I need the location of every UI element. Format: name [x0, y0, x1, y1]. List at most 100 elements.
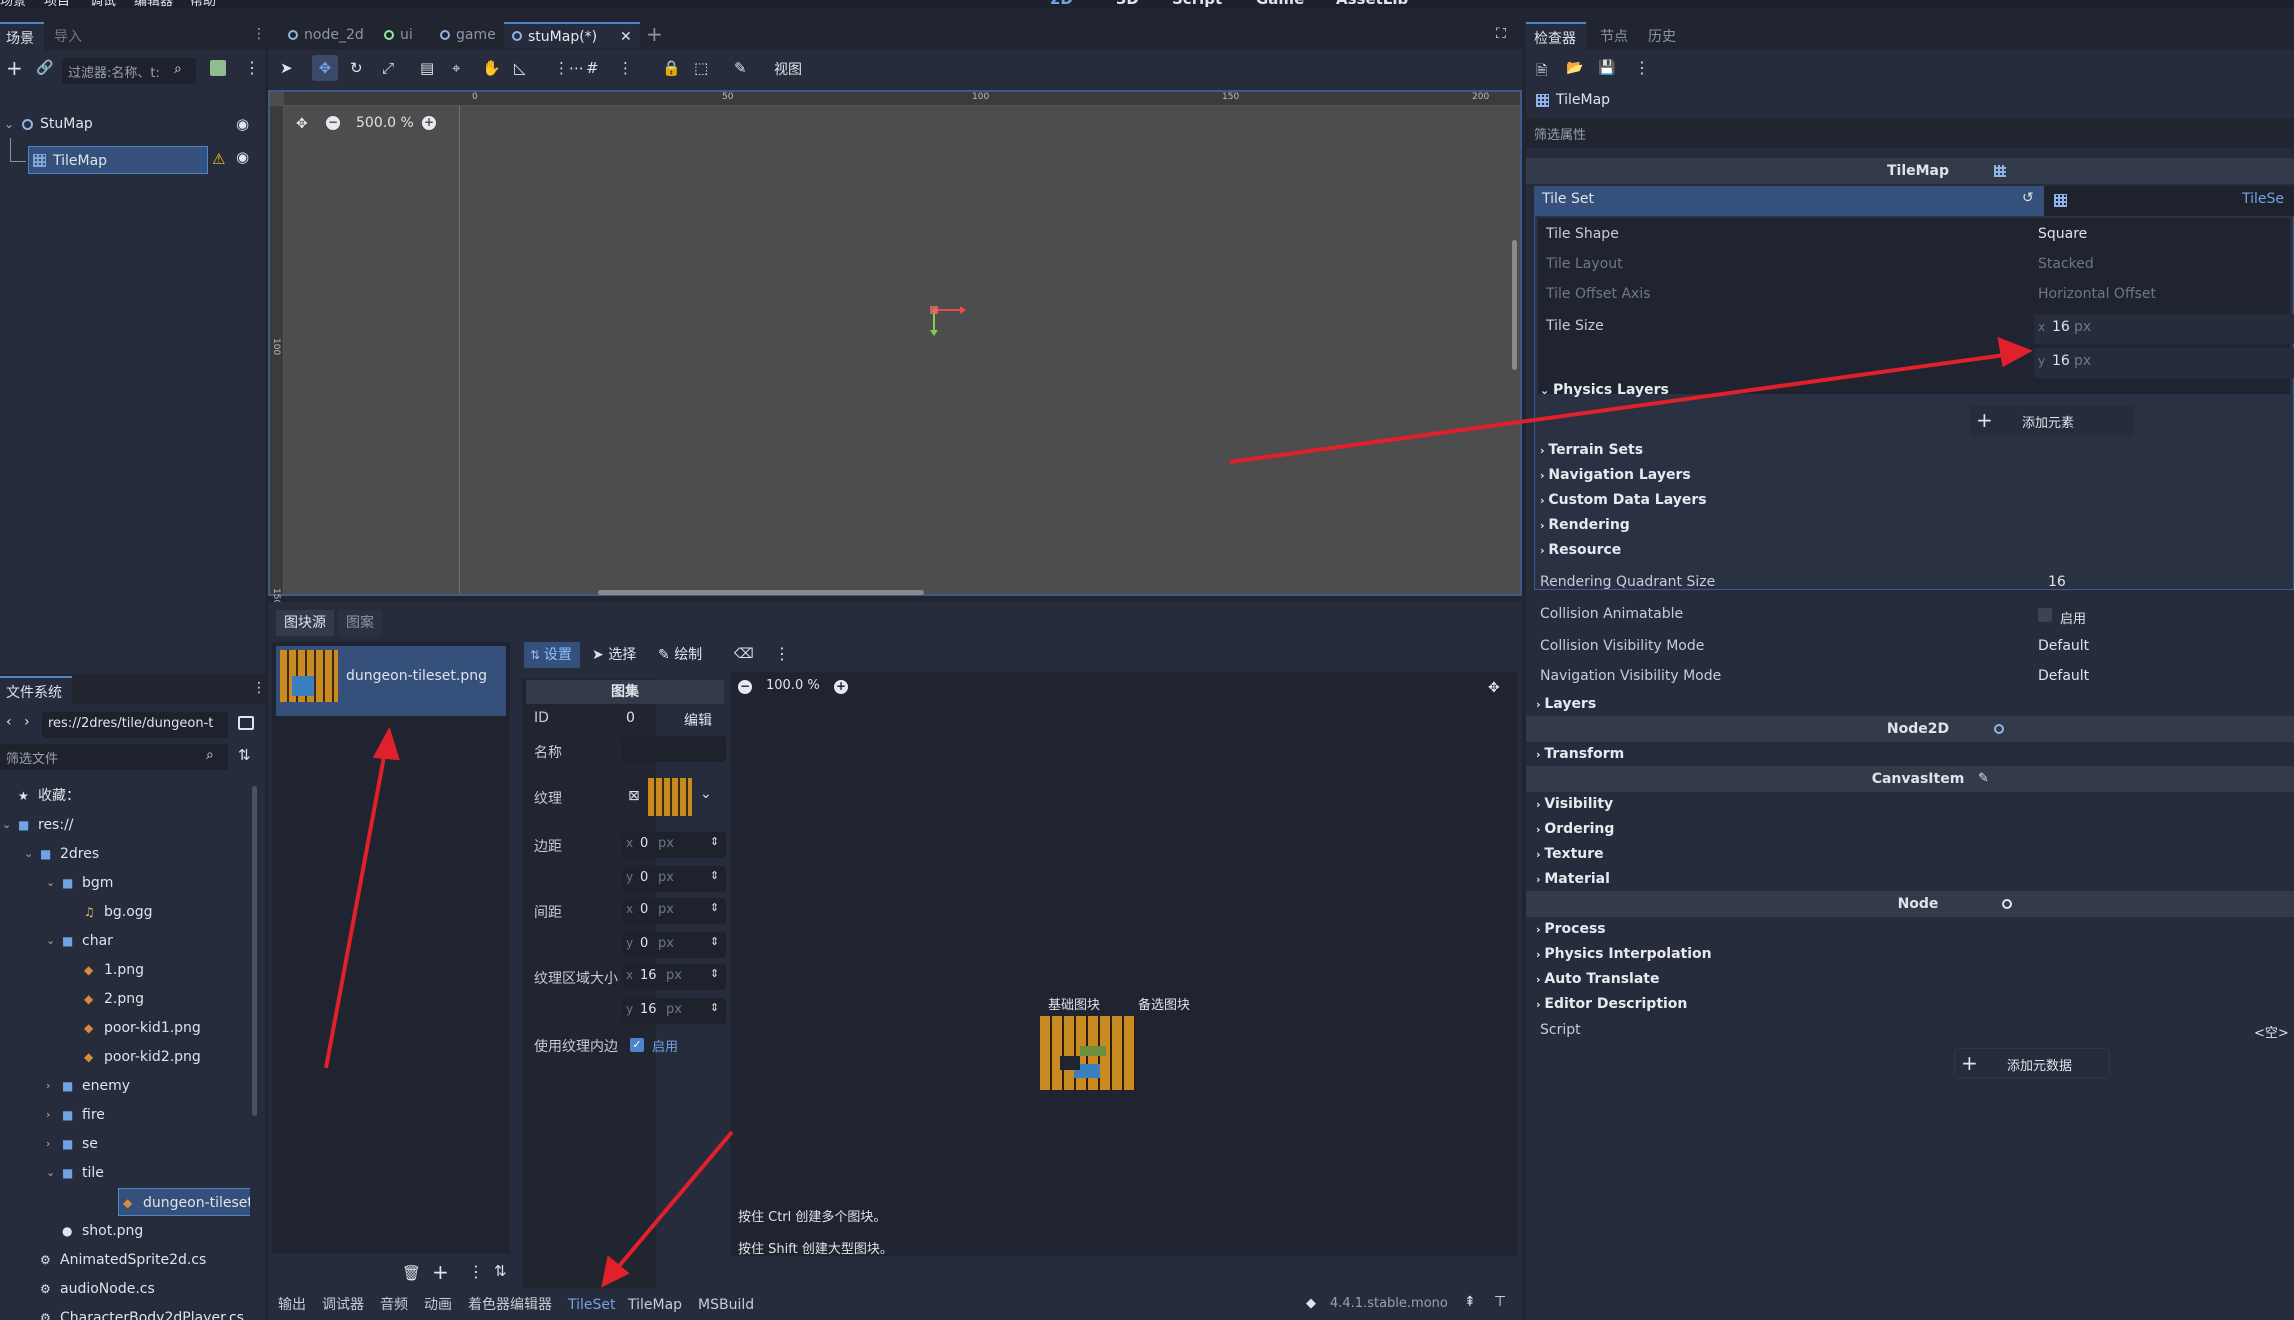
menu-editor[interactable]: 编辑器 — [134, 0, 173, 8]
section-physics-interpolation[interactable]: › Physics Interpolation — [1536, 946, 1712, 962]
bottom-tab-debugger[interactable]: 调试器 — [322, 1292, 364, 1318]
link-icon[interactable]: 🔗 — [36, 60, 53, 76]
split-view-icon[interactable] — [238, 716, 254, 730]
visibility-eye-icon[interactable]: ◉ — [236, 148, 249, 166]
bottom-tab-tilemap[interactable]: TileMap — [628, 1292, 682, 1318]
tab-node[interactable]: 节点 — [1600, 26, 1628, 46]
margin-x-field[interactable]: x 0 px ⇕ — [622, 832, 726, 858]
close-icon[interactable]: ✕ — [620, 24, 632, 50]
physics-layers-section[interactable]: ⌄ Physics Layers — [1540, 382, 1669, 398]
viewport[interactable]: 0 50 100 150 200 100 150 ✥ − 500.0 % + — [268, 90, 1522, 605]
move-tool-icon[interactable]: ✥ — [312, 55, 338, 81]
navigation-visibility-value[interactable]: Default — [2038, 668, 2089, 684]
forward-icon[interactable]: › — [24, 714, 30, 730]
zoom-out-icon[interactable]: − — [326, 116, 340, 130]
section-auto-translate[interactable]: › Auto Translate — [1536, 971, 1659, 987]
fullscreen-icon[interactable]: ⛶ — [1496, 26, 1506, 42]
chevron-down-icon[interactable]: ⌄ — [46, 927, 55, 955]
fs-path-input[interactable]: res://2dres/tile/dungeon-t — [42, 712, 228, 738]
fs-folder[interactable]: ■ › fire — [0, 1101, 250, 1129]
viewport-vscrollbar[interactable] — [1512, 240, 1517, 370]
tab-ui[interactable]: ui — [376, 22, 413, 48]
tile-shape-value[interactable]: Square — [2038, 226, 2087, 242]
zoom-in-icon[interactable]: + — [834, 680, 848, 694]
rotate-tool-icon[interactable]: ↻ — [350, 59, 363, 77]
mode-tab-paint[interactable]: ✎ 绘制 — [658, 642, 702, 668]
section-ordering[interactable]: › Ordering — [1536, 821, 1614, 837]
chevron-down-icon[interactable]: ⌄ — [24, 840, 33, 868]
fs-file[interactable]: ◆ poor-kid2.png — [0, 1043, 250, 1071]
script-icon[interactable] — [210, 60, 226, 76]
tile-set-property[interactable]: Tile Set ↺ — [1534, 186, 2044, 216]
bottom-tab-audio[interactable]: 音频 — [380, 1292, 408, 1318]
tile-size-y-field[interactable]: y 16 px — [2034, 348, 2294, 378]
zoom-out-icon[interactable]: − — [738, 680, 752, 694]
fs-file[interactable]: ★ 收藏： — [0, 782, 250, 810]
save-icon[interactable]: 💾 — [1598, 60, 1615, 76]
scene-dock-menu-icon[interactable]: ⋮ — [252, 26, 266, 42]
workspace-2d[interactable]: 2D — [1050, 0, 1073, 8]
chevron-down-icon[interactable]: › — [46, 1072, 50, 1100]
bottom-tab-shader-editor[interactable]: 着色器编辑器 — [468, 1292, 552, 1318]
atlas-tiles-image[interactable] — [1040, 1016, 1136, 1090]
view-menu[interactable]: 视图 — [774, 59, 802, 79]
section-custom-data-layers[interactable]: › Custom Data Layers — [1540, 492, 1707, 508]
atlas-zoom-level[interactable]: 100.0 % — [766, 678, 820, 693]
fs-menu-icon[interactable]: ⋮ — [252, 680, 266, 696]
center-view-icon[interactable]: ✥ — [296, 116, 308, 132]
tab-import[interactable]: 导入 — [54, 26, 82, 46]
lock-icon[interactable]: 🔒 — [662, 59, 681, 77]
section-visibility[interactable]: › Visibility — [1536, 796, 1613, 812]
menu-project[interactable]: 项目 — [44, 0, 70, 8]
expand-panel-icon[interactable]: ⊤ — [1494, 1294, 1506, 1310]
bottom-tab-msbuild[interactable]: MSBuild — [698, 1292, 754, 1318]
warning-icon[interactable]: ⚠ — [212, 150, 225, 168]
tab-filesystem[interactable]: 文件系统 — [0, 676, 72, 704]
source-menu-icon[interactable]: ⋮ — [468, 1262, 484, 1281]
menu-scene[interactable]: 场景 — [0, 0, 26, 8]
inspected-object[interactable]: TileMap — [1556, 92, 1610, 108]
tile-size-x-field[interactable]: x 16 px — [2034, 314, 2294, 344]
section-editor-description[interactable]: › Editor Description — [1536, 996, 1687, 1012]
tab-stumap[interactable]: stuMap(*) ✕ — [504, 22, 640, 48]
fs-file[interactable]: ◆ 2.png — [0, 985, 250, 1013]
pan-tool-icon[interactable]: ✋ — [482, 59, 501, 77]
new-resource-icon[interactable]: 🗎 — [1536, 60, 1547, 84]
fs-folder[interactable]: ■ ⌄ 2dres — [0, 840, 250, 868]
add-node-icon[interactable]: + — [6, 58, 23, 78]
delete-source-icon[interactable]: 🗑 — [402, 1264, 421, 1282]
visibility-eye-icon[interactable]: ◉ — [236, 110, 249, 138]
fs-folder[interactable]: ■ ⌄ char — [0, 927, 250, 955]
tab-history[interactable]: 历史 — [1648, 26, 1676, 46]
bone-icon[interactable]: ✎ — [734, 59, 747, 77]
fs-file[interactable]: ♫ bg.ogg — [0, 898, 250, 926]
fs-file[interactable]: ● shot.png — [0, 1217, 250, 1245]
separation-x-field[interactable]: x 0 px ⇕ — [622, 898, 726, 924]
eraser-icon[interactable]: ⌫ — [734, 646, 754, 662]
chevron-down-icon[interactable]: › — [46, 1130, 50, 1158]
bottom-tab-tileset[interactable]: TileSet — [568, 1292, 616, 1318]
chevron-down-icon[interactable]: › — [46, 1101, 50, 1129]
transform-gizmo-icon[interactable] — [920, 292, 970, 342]
tile-layout-value[interactable]: Stacked — [2038, 256, 2094, 272]
edit-id-button[interactable]: 编辑 — [684, 710, 712, 730]
chevron-down-icon[interactable]: ⌄ — [46, 1159, 55, 1187]
pin-icon[interactable]: ⇞ — [1464, 1294, 1476, 1310]
separation-y-field[interactable]: y 0 px ⇕ — [622, 932, 726, 958]
mode-tab-select[interactable]: ➤ 选择 — [592, 642, 636, 668]
list-select-icon[interactable]: ▤ — [420, 59, 434, 77]
snap-options-icon[interactable]: ⋮ — [618, 59, 633, 77]
script-value[interactable]: <空> — [2254, 1022, 2289, 1041]
property-filter-input[interactable]: 筛选属性 — [1526, 118, 2294, 148]
section-terrain-sets[interactable]: › Terrain Sets — [1540, 442, 1643, 458]
id-field[interactable]: 0 — [626, 710, 635, 726]
sort-icon[interactable]: ⇅ — [238, 746, 251, 764]
workspace-script[interactable]: Script — [1172, 0, 1222, 8]
scale-tool-icon[interactable]: ⤢ — [382, 59, 394, 77]
workspace-3d[interactable]: 3D — [1116, 0, 1139, 8]
padding-checkbox[interactable]: ✓ — [630, 1038, 644, 1052]
add-metadata-button[interactable]: + 添加元数据 — [1954, 1048, 2110, 1078]
chevron-down-icon[interactable]: ⌄ — [4, 110, 14, 138]
ruler-tool-icon[interactable]: ◺ — [514, 59, 526, 77]
section-texture[interactable]: › Texture — [1536, 846, 1604, 862]
